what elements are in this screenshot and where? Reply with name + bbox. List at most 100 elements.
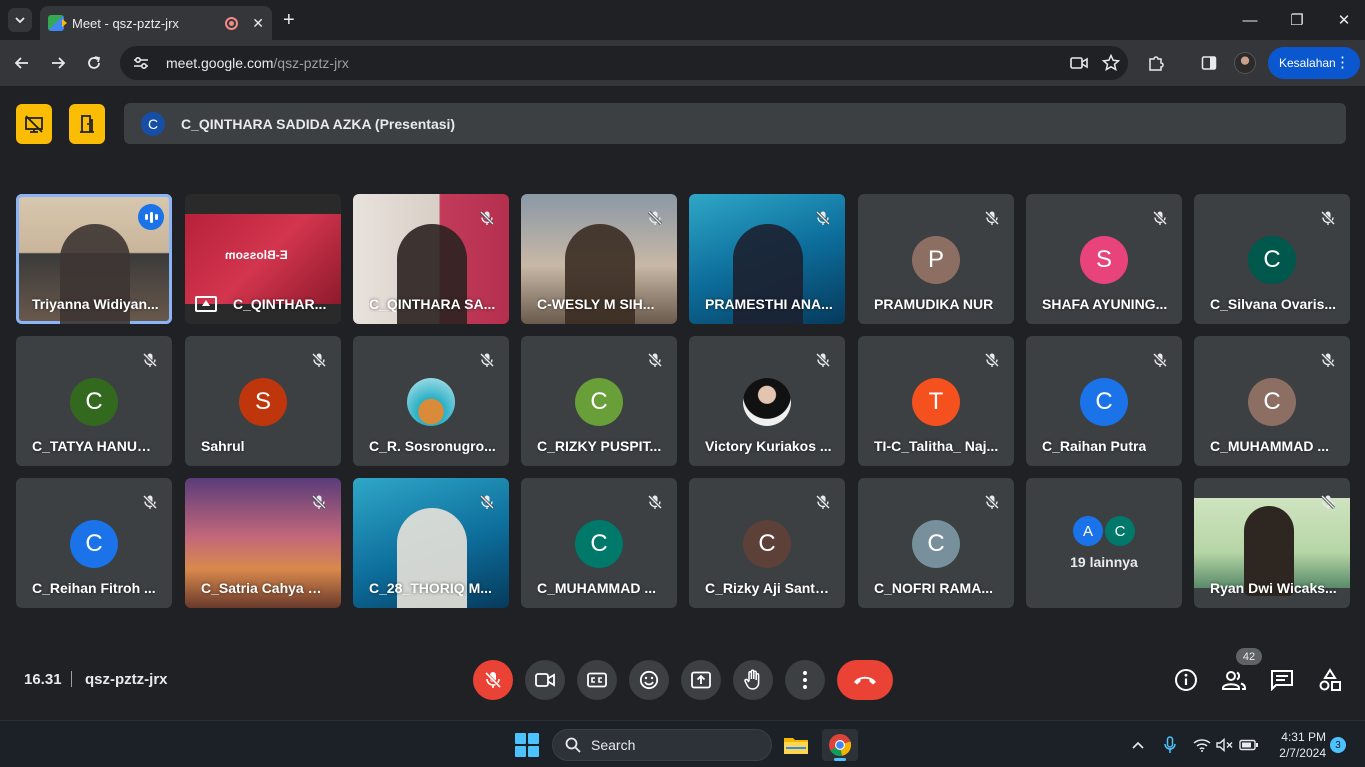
participant-tile[interactable]: Triyanna Widiyan... — [16, 194, 172, 324]
captions-button[interactable] — [577, 660, 617, 700]
others-avatars: AC — [1073, 516, 1135, 546]
activities-button[interactable] — [1317, 667, 1343, 693]
participant-tile[interactable]: S Sahrul — [185, 336, 341, 466]
participant-tile[interactable]: C_QINTHARA SA... — [353, 194, 509, 324]
bookmark-button[interactable] — [1096, 51, 1126, 75]
file-explorer-button[interactable] — [778, 729, 814, 761]
show-hidden-icons-button[interactable] — [1128, 735, 1148, 755]
participant-avatar: C — [912, 520, 960, 568]
participant-tile[interactable]: C C_RIZKY PUSPIT... — [521, 336, 677, 466]
more-options-button[interactable] — [785, 660, 825, 700]
participant-avatar: C — [1105, 516, 1135, 546]
participant-tile[interactable]: C C_Raihan Putra — [1026, 336, 1182, 466]
side-panel-button[interactable] — [1197, 51, 1221, 75]
address-bar[interactable]: meet.google.com/qsz-pztz-jrx — [120, 46, 1128, 80]
participant-name: PRAMESTHI ANA... — [705, 296, 833, 312]
participant-tile[interactable]: C C_NOFRI RAMA... — [858, 478, 1014, 608]
participant-tile[interactable]: T TI-C_Talitha_ Naj... — [858, 336, 1014, 466]
system-time: 4:31 PM — [1281, 730, 1326, 744]
camera-toggle-button[interactable] — [525, 660, 565, 700]
people-button[interactable] — [1221, 667, 1247, 693]
system-clock[interactable]: 4:31 PM 2/7/2024 — [1272, 729, 1326, 761]
participant-tile[interactable]: C C_Silvana Ovaris... — [1194, 194, 1350, 324]
video-camera-icon — [535, 673, 555, 687]
muted-indicator — [309, 492, 329, 512]
muted-indicator — [477, 350, 497, 370]
participant-tile[interactable]: S SHAFA AYUNING... — [1026, 194, 1182, 324]
more-vert-icon — [803, 671, 807, 689]
hide-presentation-button[interactable] — [16, 104, 52, 144]
camera-permission-button[interactable] — [1064, 51, 1094, 75]
wifi-button[interactable] — [1192, 735, 1212, 755]
chat-button[interactable] — [1269, 667, 1295, 693]
info-icon — [1175, 669, 1197, 691]
taskbar-search[interactable]: Search — [552, 729, 772, 761]
participant-tile[interactable]: C-WESLY M SIH... — [521, 194, 677, 324]
active-tab[interactable]: Meet - qsz-pztz-jrx ✕ — [40, 6, 272, 40]
participant-tile[interactable]: P PRAMUDIKA NUR — [858, 194, 1014, 324]
activities-icon — [1319, 668, 1341, 691]
participant-tile[interactable]: Victory Kuriakos ... — [689, 336, 845, 466]
participant-avatar: C — [575, 378, 623, 426]
mic-off-icon — [142, 494, 158, 510]
extensions-button[interactable] — [1144, 51, 1168, 75]
participant-tile[interactable]: Ryan Dwi Wicaks... — [1194, 478, 1350, 608]
battery-button[interactable] — [1239, 735, 1259, 755]
leave-call-button[interactable] — [837, 660, 893, 700]
participant-tile[interactable]: C_Satria Cahya R... — [185, 478, 341, 608]
volume-muted-icon — [1216, 738, 1233, 752]
participant-tile[interactable]: C_28_THORIQ M... — [353, 478, 509, 608]
tab-search-button[interactable] — [8, 8, 32, 32]
present-screen-icon — [691, 671, 711, 689]
arrow-right-icon — [52, 57, 66, 69]
meeting-clock: 16.31 — [24, 671, 62, 688]
muted-indicator — [1150, 208, 1170, 228]
presentation-off-icon — [25, 115, 43, 133]
muted-indicator — [1318, 208, 1338, 228]
new-tab-button[interactable]: + — [283, 8, 295, 32]
site-info-button[interactable] — [130, 52, 152, 74]
restore-button[interactable]: ❐ — [1285, 8, 1309, 32]
muted-indicator — [309, 350, 329, 370]
start-button[interactable] — [515, 733, 539, 757]
chrome-taskbar-button[interactable] — [822, 729, 858, 761]
profile-avatar[interactable] — [1234, 52, 1256, 74]
minimize-button[interactable]: — — [1238, 8, 1262, 32]
tab-close-button[interactable]: ✕ — [252, 15, 264, 32]
mic-off-icon — [647, 210, 663, 226]
participant-avatar: C — [1248, 378, 1296, 426]
participant-tile[interactable]: E-Blossom C_QINTHAR... — [185, 194, 341, 324]
presenter-label: C_QINTHARA SADIDA AZKA (Presentasi) — [181, 115, 456, 132]
participant-name: C_28_THORIQ M... — [369, 580, 492, 596]
participant-tile[interactable]: C C_Rizky Aji Santo... — [689, 478, 845, 608]
participant-tile[interactable]: C C_Reihan Fitroh ... — [16, 478, 172, 608]
participant-tile[interactable]: C_R. Sosronugro... — [353, 336, 509, 466]
participant-tile[interactable]: C C_MUHAMMAD ... — [1194, 336, 1350, 466]
mic-off-icon — [1320, 494, 1336, 510]
participant-avatar: S — [1080, 236, 1128, 284]
layout-button[interactable] — [69, 104, 105, 144]
forward-button[interactable] — [46, 51, 70, 75]
video-camera-icon — [1070, 57, 1088, 69]
call-end-icon — [854, 676, 876, 685]
participant-tile[interactable]: PRAMESTHI ANA... — [689, 194, 845, 324]
reactions-button[interactable] — [629, 660, 669, 700]
participant-tile[interactable]: A C 19 lainnya — [1026, 478, 1182, 608]
meeting-details-button[interactable] — [1173, 667, 1199, 693]
raise-hand-button[interactable] — [733, 660, 773, 700]
microphone-in-use-button[interactable] — [1160, 735, 1180, 755]
error-button[interactable]: Kesalahan ⋮ — [1268, 47, 1360, 79]
reload-button[interactable] — [82, 51, 106, 75]
side-panel-icon — [1201, 56, 1217, 70]
participant-avatar: P — [912, 236, 960, 284]
back-button[interactable] — [10, 51, 34, 75]
notification-badge[interactable]: 3 — [1330, 737, 1346, 753]
folder-icon — [784, 738, 808, 754]
participant-tile[interactable]: C C_MUHAMMAD ... — [521, 478, 677, 608]
microphone-toggle-button[interactable] — [473, 660, 513, 700]
volume-button[interactable] — [1215, 735, 1235, 755]
participant-tile[interactable]: C C_TATYA HANUM... — [16, 336, 172, 466]
chevron-up-icon — [1132, 741, 1144, 749]
close-window-button[interactable]: ✕ — [1332, 8, 1356, 32]
present-now-button[interactable] — [681, 660, 721, 700]
